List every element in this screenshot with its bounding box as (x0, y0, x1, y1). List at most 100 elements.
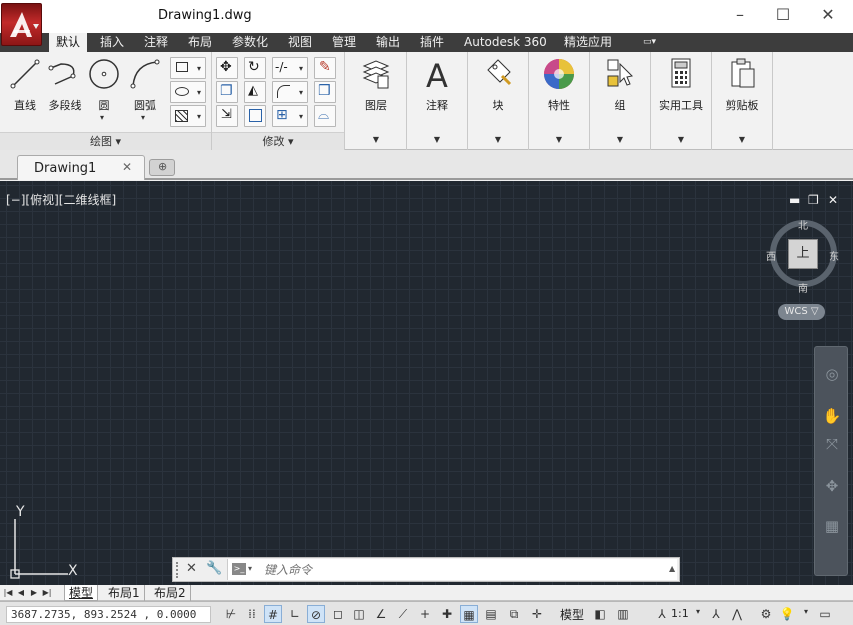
utilities-panel[interactable]: 实用工具 ▼ (651, 52, 712, 150)
auto-scale-icon[interactable]: ⋀ (728, 605, 746, 623)
tab-layout1[interactable]: 布局1 (104, 585, 145, 601)
arc-tool[interactable]: 圆弧 ▾ (120, 56, 170, 122)
chevron-down-icon[interactable]: ▾ (141, 113, 145, 122)
last-tab-icon[interactable]: ▶| (42, 587, 52, 598)
trim-button[interactable]: -/- ▾ (272, 57, 308, 79)
tab-output[interactable]: 输出 (369, 33, 407, 52)
chevron-down-icon[interactable]: ▼ (712, 135, 772, 144)
layers-tool[interactable]: 图层 (351, 56, 401, 112)
rotate-button[interactable]: ↻ (244, 57, 266, 79)
annotation-panel[interactable]: A 注释 ▼ (407, 52, 468, 150)
scale-button[interactable] (244, 105, 266, 127)
clean-screen-icon[interactable]: ▭ (816, 605, 834, 623)
application-menu-button[interactable] (1, 3, 42, 46)
clipboard-tool[interactable]: 剪贴板 (717, 56, 767, 112)
zoom-extents-icon[interactable]: ⤧ (821, 433, 843, 455)
dynamic-input-icon[interactable]: + (416, 605, 434, 623)
drawing-canvas[interactable]: [−][俯视][二维线框] ▬ ❐ ✕ 上 北 南 东 西 WCS ▽ ◎ ✋ … (0, 181, 853, 585)
maximize-button[interactable]: ☐ (763, 4, 803, 26)
chevron-down-icon[interactable]: ▾ (248, 564, 252, 573)
copy-button[interactable]: ❐ (216, 81, 238, 103)
3d-object-snap-icon[interactable]: ◫ (350, 605, 368, 623)
first-tab-icon[interactable]: |◀ (3, 587, 13, 598)
tab-plugins[interactable]: 插件 (413, 33, 451, 52)
explode-button[interactable]: ❒ (314, 81, 336, 103)
command-input[interactable] (227, 559, 677, 580)
document-tab[interactable]: Drawing1 ✕ (17, 155, 145, 180)
chevron-down-icon[interactable]: ▼ (529, 135, 589, 144)
compass-north[interactable]: 北 (798, 217, 808, 232)
viewport-minimize-icon[interactable]: ▬ (789, 193, 800, 207)
showmotion-icon[interactable]: ▦ (821, 515, 843, 537)
annotation-scale-icon[interactable]: ⅄ (653, 605, 671, 623)
grid-display-icon[interactable]: # (264, 605, 282, 623)
lineweight-icon[interactable]: ✚ (438, 605, 456, 623)
object-snap-icon[interactable]: ◻ (329, 605, 347, 623)
quick-view-layouts-icon[interactable]: ◧ (591, 605, 609, 623)
selection-cycling-icon[interactable]: ⧉ (505, 605, 523, 623)
ortho-mode-icon[interactable]: ∟ (286, 605, 304, 623)
viewport-close-icon[interactable]: ✕ (828, 193, 838, 207)
draw-panel-title[interactable]: 绘图 ▾ (0, 132, 211, 150)
block-tool[interactable]: 块 (473, 56, 523, 112)
annotation-visibility-icon[interactable]: ⅄ (707, 605, 725, 623)
annotation-scale-value[interactable]: 1:1 (671, 607, 689, 620)
tab-featured-apps[interactable]: 精选应用 (557, 33, 619, 52)
annotation-tool[interactable]: A 注释 (412, 56, 462, 112)
erase-button[interactable]: ✎ (314, 57, 336, 79)
tab-manage[interactable]: 管理 (325, 33, 363, 52)
tab-layout2[interactable]: 布局2 (150, 585, 191, 601)
offset-button[interactable]: ⌓ (314, 105, 336, 127)
viewport-controls-label[interactable]: [−][俯视][二维线框] (6, 191, 116, 208)
stretch-button[interactable]: ⇲ (216, 105, 238, 127)
object-snap-tracking-icon[interactable]: ∠ (372, 605, 390, 623)
compass-south[interactable]: 南 (798, 280, 808, 295)
transparency-icon[interactable]: ▦ (460, 605, 478, 623)
chevron-down-icon[interactable]: ▾ (100, 113, 104, 122)
viewcube-top-face[interactable]: 上 (788, 239, 818, 269)
coordinates-display[interactable]: 3687.2735, 893.2524 , 0.0000 (6, 606, 211, 623)
minimize-button[interactable]: – (720, 4, 760, 26)
tab-layout[interactable]: 布局 (181, 33, 219, 52)
infer-constraints-icon[interactable]: ⊬ (222, 605, 240, 623)
chevron-down-icon[interactable]: ▾ (696, 607, 700, 616)
close-icon[interactable]: ✕ (186, 561, 197, 576)
chevron-up-icon[interactable]: ▲ (669, 564, 675, 573)
prev-tab-icon[interactable]: ◀ (16, 587, 26, 598)
chevron-down-icon[interactable]: ▼ (590, 135, 650, 144)
model-space-button[interactable]: 模型 (560, 606, 584, 623)
close-button[interactable]: ✕ (808, 4, 848, 26)
tab-model[interactable]: 模型 (64, 585, 99, 601)
annotation-monitor-icon[interactable]: ✛ (528, 605, 546, 623)
chevron-down-icon[interactable]: ▼ (346, 135, 406, 144)
viewport-restore-icon[interactable]: ❐ (808, 193, 819, 207)
properties-tool[interactable]: 特性 (534, 56, 584, 112)
move-button[interactable]: ✥ (216, 57, 238, 79)
layers-panel[interactable]: 图层 ▼ (346, 52, 407, 150)
modify-panel-title[interactable]: 修改 ▾ (212, 132, 344, 150)
drag-handle-icon[interactable] (176, 562, 180, 578)
tab-autodesk-360[interactable]: Autodesk 360 (457, 33, 554, 52)
snap-mode-icon[interactable]: ⁞⁞ (243, 605, 261, 623)
clipboard-panel[interactable]: 剪贴板 ▼ (712, 52, 773, 150)
chevron-down-icon[interactable]: ▾ (804, 607, 808, 616)
quick-view-drawings-icon[interactable]: ▥ (614, 605, 632, 623)
lock-ui-icon[interactable]: 💡 (778, 605, 796, 623)
properties-panel[interactable]: 特性 ▼ (529, 52, 590, 150)
chevron-down-icon[interactable]: ▼ (651, 135, 711, 144)
compass-east[interactable]: 东 (829, 248, 839, 263)
tab-annotate[interactable]: 注释 (137, 33, 175, 52)
boundary-button[interactable]: ▾ (170, 105, 206, 127)
tab-insert[interactable]: 插入 (93, 33, 131, 52)
orbit-icon[interactable]: ✥ (821, 475, 843, 497)
steering-wheel-icon[interactable]: ◎ (821, 363, 843, 385)
group-panel[interactable]: 组 ▼ (590, 52, 651, 150)
tab-parametric[interactable]: 参数化 (225, 33, 275, 52)
wrench-icon[interactable]: 🔧 (206, 561, 222, 576)
utilities-tool[interactable]: 实用工具 (656, 56, 706, 112)
new-tab-button[interactable]: ⊕ (149, 159, 175, 176)
hatch-button[interactable]: ▾ (170, 81, 206, 103)
tab-view[interactable]: 视图 (281, 33, 319, 52)
polar-tracking-icon[interactable]: ⊘ (307, 605, 325, 623)
ribbon-minimize-toggle[interactable]: ▭▾ (643, 36, 669, 49)
